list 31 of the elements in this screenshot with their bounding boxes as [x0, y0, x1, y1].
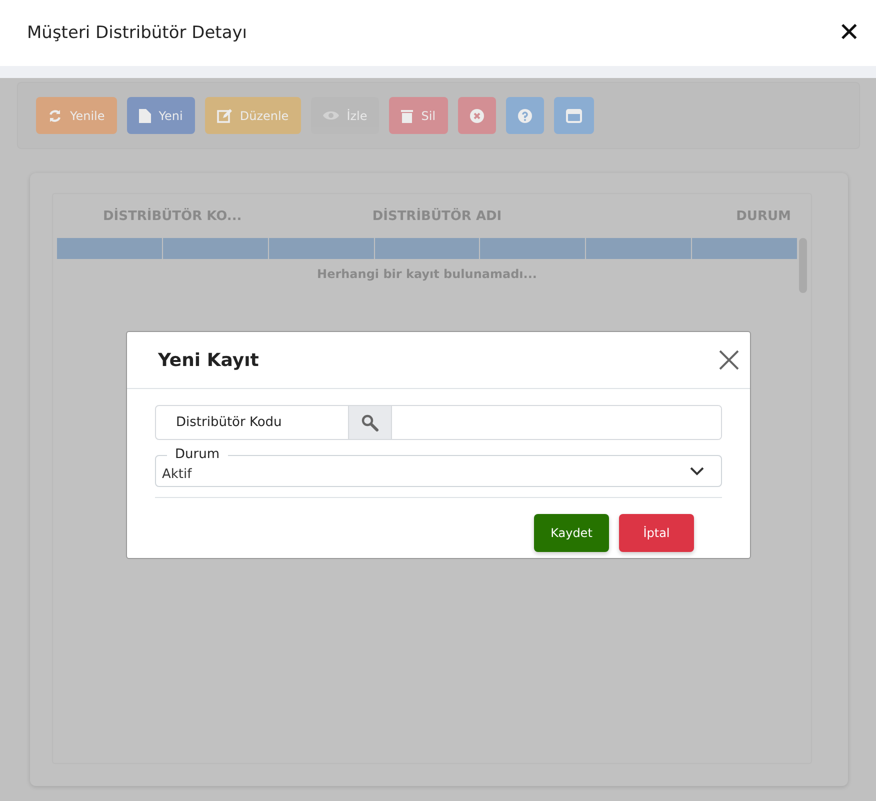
- filter-cell[interactable]: [586, 238, 692, 259]
- lookup-field[interactable]: Distribütör Kodu: [155, 405, 722, 440]
- edit-icon: [216, 108, 232, 122]
- trash-icon: [401, 108, 414, 122]
- window-icon: [566, 108, 582, 122]
- window-title: Müşteri Distribütör Detayı: [27, 23, 248, 43]
- filter-cell[interactable]: [268, 238, 374, 259]
- toolbar-button[interactable]: Yeni: [126, 97, 195, 134]
- close-button[interactable]: ✕: [834, 18, 864, 48]
- filter-cell[interactable]: [162, 238, 268, 259]
- refresh-icon: [48, 108, 62, 122]
- help-button[interactable]: [506, 97, 544, 134]
- search-button[interactable]: [348, 406, 392, 439]
- field-label: Distribütör Kodu: [175, 414, 283, 432]
- cancel-button[interactable]: [458, 97, 496, 134]
- filter-cell[interactable]: [57, 238, 162, 259]
- filter-cell[interactable]: [480, 238, 586, 259]
- help-icon: [518, 108, 532, 122]
- filter-cell[interactable]: [374, 238, 480, 259]
- close-icon[interactable]: [719, 350, 739, 370]
- window-button[interactable]: [554, 97, 594, 134]
- eye-icon: [322, 110, 339, 121]
- select-field[interactable]: Durum Aktif: [155, 447, 722, 487]
- document-icon: [138, 108, 151, 122]
- filter-cell[interactable]: [692, 238, 798, 259]
- cancel-button[interactable]: İptal: [619, 514, 694, 552]
- search-icon: [361, 414, 379, 432]
- chevron-down-icon: [690, 467, 704, 476]
- close-circle-icon: [470, 108, 484, 122]
- save-button[interactable]: Kaydet: [534, 514, 609, 552]
- dialog-title: Yeni Kayıt: [158, 350, 259, 370]
